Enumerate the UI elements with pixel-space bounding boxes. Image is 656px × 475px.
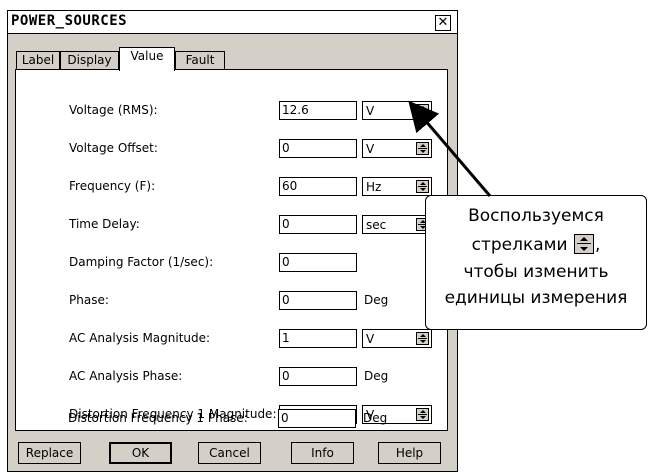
arrow-line <box>408 100 492 197</box>
tab-value[interactable]: Value <box>119 47 175 71</box>
callout-arrow <box>408 100 492 197</box>
